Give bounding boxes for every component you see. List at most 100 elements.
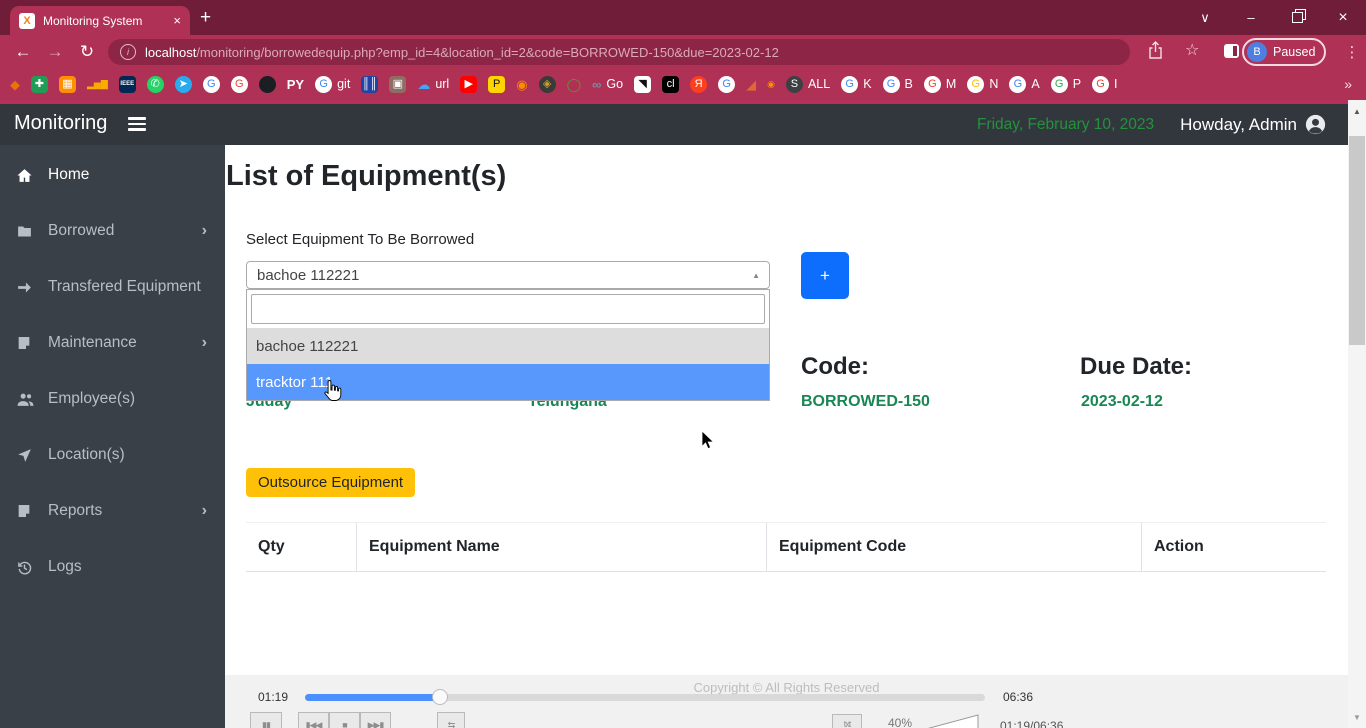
next-button[interactable]: ▶▶▮ xyxy=(360,712,391,728)
subtitles-button[interactable]: txt xyxy=(832,714,862,728)
bookmark-item[interactable]: G xyxy=(718,76,735,93)
side-panel-icon[interactable] xyxy=(1224,44,1239,58)
dropdown-option[interactable]: tracktor 111 xyxy=(247,364,769,400)
scrollbar-thumb[interactable] xyxy=(1349,136,1365,345)
outsource-equipment-button[interactable]: Outsource Equipment xyxy=(246,468,415,497)
bookmark-item[interactable]: GK xyxy=(841,76,871,93)
bookmark-item[interactable]: ▦ xyxy=(59,76,76,93)
share-icon[interactable] xyxy=(1147,40,1164,67)
bookmark-item[interactable]: ◉ xyxy=(767,76,775,93)
user-greeting[interactable]: Howday, Admin xyxy=(1180,114,1326,135)
bookmark-item[interactable]: ☁url xyxy=(417,76,449,93)
bookmark-item[interactable]: P xyxy=(488,76,505,93)
greeting-text: Howday, Admin xyxy=(1180,115,1297,135)
back-button[interactable]: ← xyxy=(8,35,38,68)
bookmark-item[interactable]: Я xyxy=(690,76,707,93)
header-date: Friday, February 10, 2023 xyxy=(977,116,1154,134)
bookmark-item[interactable]: GP xyxy=(1051,76,1081,93)
bookmarks-overflow-icon[interactable]: » xyxy=(1336,68,1352,100)
selected-equipment-value: bachoe 112221 xyxy=(257,267,359,284)
sidebar-item-transfered-equipment[interactable]: Transfered Equipment xyxy=(0,259,225,315)
bookmark-item[interactable]: IEEE xyxy=(119,76,136,93)
bookmark-item[interactable]: PY xyxy=(287,76,304,93)
sidebar-item-home[interactable]: Home xyxy=(0,147,225,203)
restore-button[interactable] xyxy=(1274,0,1320,35)
sidebar-item-logs[interactable]: Logs xyxy=(0,539,225,595)
bookmark-label: K xyxy=(863,77,871,91)
browser-menu-icon[interactable]: ⋮ xyxy=(1338,35,1366,68)
sidebar-item-reports[interactable]: Reports› xyxy=(0,483,225,539)
minimize-button[interactable]: – xyxy=(1228,0,1274,35)
profile-status: Paused xyxy=(1273,45,1315,59)
bookmark-item[interactable]: GN xyxy=(967,76,998,93)
sidebar-item-borrowed[interactable]: Borrowed› xyxy=(0,203,225,259)
browser-tab[interactable]: X Monitoring System × xyxy=(10,6,190,35)
page-scrollbar[interactable]: ▲ ▼ xyxy=(1348,100,1366,728)
bookmark-item[interactable]: ◈ xyxy=(539,76,556,93)
chevron-right-icon: › xyxy=(202,502,207,520)
scroll-up-icon[interactable]: ▲ xyxy=(1348,107,1366,116)
code-value: BORROWED-150 xyxy=(801,393,930,411)
bookmark-item[interactable]: ✆ xyxy=(147,76,164,93)
bookmark-item[interactable]: ◆ xyxy=(10,76,20,93)
eye-icon: ◉ xyxy=(767,76,775,93)
tab-search-icon[interactable]: ∨ xyxy=(1182,0,1228,35)
bookmark-item[interactable]: GA xyxy=(1009,76,1039,93)
stop-button[interactable]: ■ xyxy=(329,712,360,728)
code-label: Code: xyxy=(801,353,869,381)
bookmark-item[interactable]: cl xyxy=(662,76,679,93)
sidebar-item-employee-s[interactable]: Employee(s) xyxy=(0,371,225,427)
site-info-icon[interactable]: i xyxy=(120,44,136,60)
sidebar-item-location-s[interactable]: Location(s) xyxy=(0,427,225,483)
tv-icon: ▣ xyxy=(389,76,406,93)
bookmark-star-icon[interactable]: ☆ xyxy=(1185,40,1199,60)
profile-chip[interactable]: B Paused xyxy=(1242,38,1326,66)
add-equipment-button[interactable]: + xyxy=(801,252,849,299)
select-equipment-label: Select Equipment To Be Borrowed xyxy=(246,231,474,248)
app-brand[interactable]: Monitoring xyxy=(14,112,107,135)
bookmark-item[interactable]: ✚ xyxy=(31,76,48,93)
bookmark-item[interactable]: ∞Go xyxy=(592,76,623,93)
home-icon xyxy=(16,167,40,184)
sidebar-item-maintenance[interactable]: Maintenance› xyxy=(0,315,225,371)
player-progress-bar[interactable] xyxy=(305,694,985,701)
bookmark-item[interactable] xyxy=(259,76,276,93)
bookmark-item[interactable]: ➤ xyxy=(175,76,192,93)
forward-button[interactable]: → xyxy=(40,35,70,68)
bookmark-item[interactable]: GM xyxy=(924,76,956,93)
bookmark-item[interactable]: ◢ xyxy=(746,76,756,93)
dropdown-option[interactable]: bachoe 112221 xyxy=(247,328,769,364)
bookmark-item[interactable]: ▂▅▇ xyxy=(87,76,108,93)
tab-close-icon[interactable]: × xyxy=(173,13,181,28)
frame-step-button[interactable]: ⇆ xyxy=(437,712,465,728)
bookmark-item[interactable]: G xyxy=(203,76,220,93)
refresh-button[interactable]: ↻ xyxy=(72,35,102,68)
hamburger-menu-icon[interactable] xyxy=(128,117,146,134)
bookmark-item[interactable]: ▶ xyxy=(460,76,477,93)
bookmark-item[interactable]: GI xyxy=(1092,76,1117,93)
bookmark-item[interactable]: SALL xyxy=(786,76,830,93)
url-host: localhost xyxy=(145,45,196,60)
bookmark-item[interactable]: G xyxy=(231,76,248,93)
dropdown-search-input[interactable] xyxy=(251,294,765,324)
bookmark-item[interactable]: Ggit xyxy=(315,76,350,93)
bookmark-item[interactable]: ◥ xyxy=(634,76,651,93)
bookmark-item[interactable]: ◯ xyxy=(567,76,582,93)
volume-wedge-icon[interactable] xyxy=(925,714,980,728)
main-content: List of Equipment(s) Select Equipment To… xyxy=(225,145,1348,728)
new-tab-button[interactable]: + xyxy=(200,7,211,29)
scroll-down-icon[interactable]: ▼ xyxy=(1348,713,1366,722)
url-bar[interactable]: i localhost/monitoring/borrowedequip.php… xyxy=(108,39,1130,65)
progress-thumb[interactable] xyxy=(432,689,448,705)
player-time-display: 01:19/06:36 xyxy=(1000,719,1063,728)
previous-button[interactable]: ▮◀◀ xyxy=(298,712,329,728)
equipment-select[interactable]: bachoe 112221 ▲ xyxy=(246,261,770,289)
ieee-icon: IEEE xyxy=(119,76,136,93)
bookmark-item[interactable]: GB xyxy=(883,76,913,93)
close-window-button[interactable]: × xyxy=(1320,0,1366,35)
bookmark-item[interactable]: ▣ xyxy=(389,76,406,93)
pause-button[interactable]: ▮▮ xyxy=(250,712,282,728)
table-header-qty: Qty xyxy=(246,523,356,571)
bookmark-item[interactable]: ◉ xyxy=(516,76,527,93)
bookmark-item[interactable]: ║║ xyxy=(361,76,378,93)
